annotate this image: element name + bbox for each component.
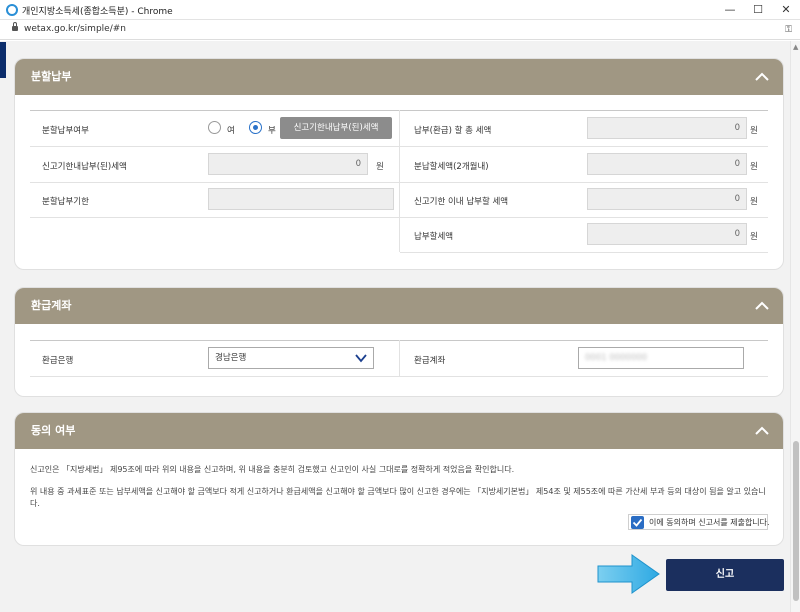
left-accent-bar — [0, 42, 6, 78]
radio-no-label: 부 — [268, 126, 276, 136]
installment-deadline-label: 분할납부기한 — [42, 197, 89, 207]
consent-panel-header[interactable]: 동의 여부 — [15, 413, 783, 449]
minimize-button[interactable]: — — [716, 2, 744, 18]
total-tax-field: 0 — [587, 117, 747, 139]
pointer-arrow-icon — [597, 554, 660, 594]
check-icon — [632, 518, 643, 527]
chevron-up-icon[interactable] — [755, 424, 769, 438]
total-tax-label: 납부(환급) 할 총 세액 — [414, 126, 492, 136]
paid-in-deadline-button[interactable]: 신고기한내납부(된)세액 — [280, 117, 392, 139]
consent-title: 동의 여부 — [31, 424, 76, 437]
submit-button[interactable]: 신고 — [666, 559, 784, 591]
refund-account-label: 환급계좌 — [414, 356, 446, 366]
refund-panel-header[interactable]: 환급계좌 — [15, 288, 783, 324]
scrollbar[interactable]: ▲ — [790, 41, 800, 612]
consent-text-1: 신고인은 「지방세법」 제95조에 따라 위의 내용을 신고하며, 위 내용을 … — [30, 465, 515, 474]
installment-deadline-field — [208, 188, 394, 210]
chevron-down-icon — [355, 354, 367, 363]
installment-amount-label: 분납할세액(2개월내) — [414, 162, 489, 172]
scroll-up-icon[interactable]: ▲ — [793, 43, 798, 51]
paid-in-deadline-field: 0 — [208, 153, 368, 175]
refund-bank-label: 환급은행 — [42, 356, 74, 366]
tax-to-pay-unit: 원 — [750, 232, 758, 242]
installment-title: 분할납부 — [31, 70, 72, 83]
window-title: 개인지방소득세(종합소득분) - Chrome — [22, 7, 173, 17]
key-icon[interactable]: ⚿ — [785, 25, 792, 35]
tax-to-pay-field: 0 — [587, 223, 747, 245]
chevron-up-icon[interactable] — [755, 70, 769, 84]
refund-account-input[interactable]: 0001 0000000 — [578, 347, 744, 369]
consent-checkbox-label: 이에 동의하며 신고서를 제출합니다. — [649, 518, 770, 527]
lock-icon — [12, 22, 18, 31]
installment-flag-label: 분할납부여부 — [42, 126, 89, 136]
refund-account-value: 0001 0000000 — [585, 353, 648, 363]
installment-amount-field: 0 — [587, 153, 747, 175]
consent-checkbox[interactable] — [631, 516, 644, 529]
scrollbar-thumb[interactable] — [793, 441, 799, 601]
address-bar[interactable]: wetax.go.kr/simple/#n ⚿ — [0, 20, 800, 40]
pay-within-deadline-label: 신고기한 이내 납부할 세액 — [414, 197, 509, 207]
consent-text-2: 위 내용 중 과세표준 또는 납부세액을 신고해야 할 금액보다 적게 신고하거… — [30, 487, 766, 508]
chrome-app-icon — [6, 4, 18, 16]
radio-yes[interactable] — [208, 121, 221, 134]
radio-no[interactable] — [249, 121, 262, 134]
installment-amount-unit: 원 — [750, 162, 758, 172]
tax-to-pay-label: 납부할세액 — [414, 232, 454, 242]
refund-bank-value: 경남은행 — [215, 353, 247, 363]
chevron-up-icon[interactable] — [755, 299, 769, 313]
total-tax-unit: 원 — [750, 126, 758, 136]
refund-bank-select[interactable]: 경남은행 — [208, 347, 374, 369]
maximize-button[interactable]: ☐ — [744, 2, 772, 18]
consent-checkbox-box[interactable]: 이에 동의하며 신고서를 제출합니다. — [628, 514, 770, 530]
installment-panel-header[interactable]: 분할납부 — [15, 59, 783, 95]
pay-within-deadline-field: 0 — [587, 188, 747, 210]
radio-yes-label: 여 — [227, 126, 235, 136]
paid-in-deadline-label: 신고기한내납부(된)세액 — [42, 162, 127, 172]
pay-within-deadline-unit: 원 — [750, 197, 758, 207]
refund-title: 환급계좌 — [31, 299, 72, 312]
close-button[interactable]: ✕ — [772, 2, 800, 18]
url-text[interactable]: wetax.go.kr/simple/#n — [24, 24, 126, 34]
paid-in-deadline-unit: 원 — [376, 162, 384, 172]
window-titlebar: 개인지방소득세(종합소득분) - Chrome — ☐ ✕ — [0, 0, 800, 20]
